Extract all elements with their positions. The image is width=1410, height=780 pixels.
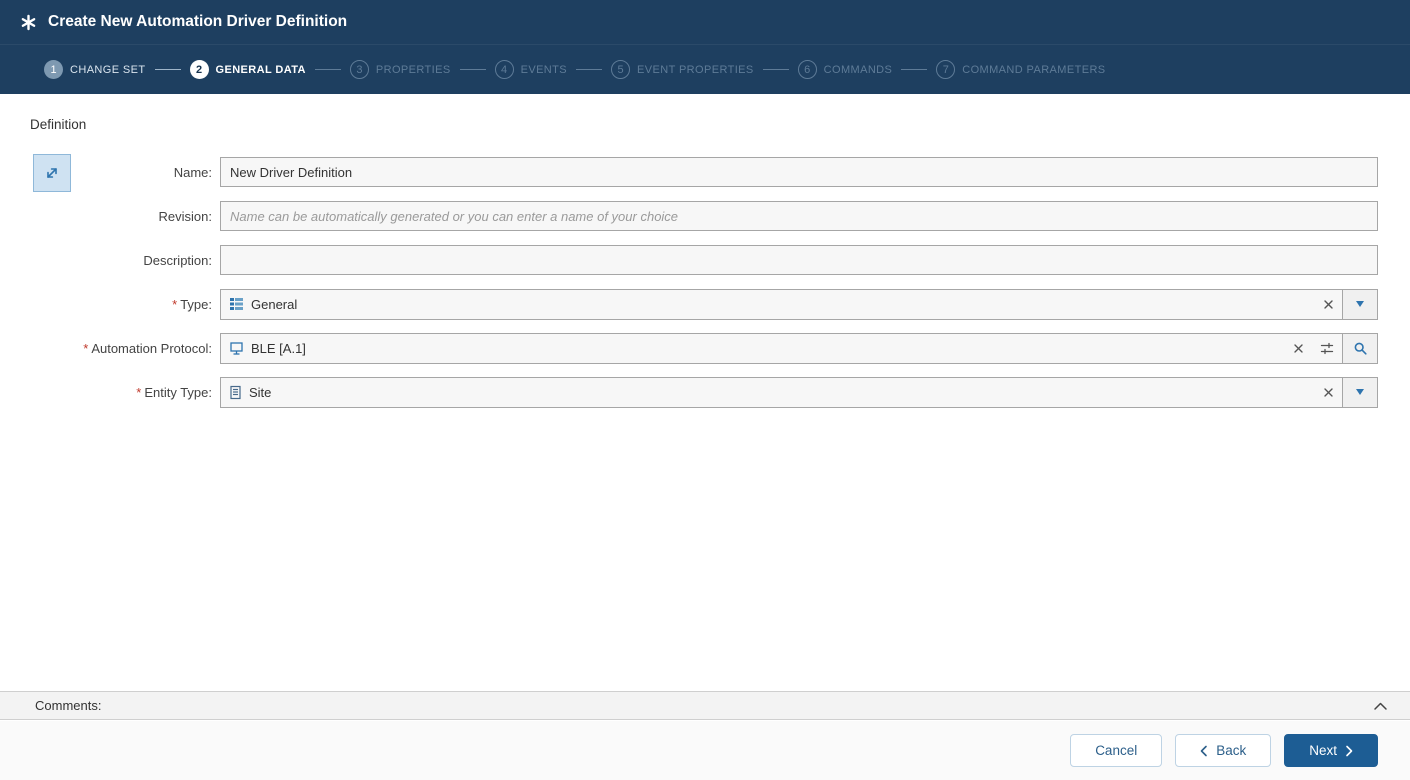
- entity-type-clear-button[interactable]: [1315, 387, 1342, 398]
- chevron-down-icon: [1356, 389, 1364, 395]
- wizard-step-general-data[interactable]: 2 GENERAL DATA: [189, 60, 306, 79]
- required-marker: *: [172, 296, 178, 312]
- automation-protocol-conditions-button[interactable]: [1312, 342, 1342, 355]
- entity-type-dropdown-button[interactable]: [1342, 377, 1377, 407]
- entity-type-row: * Entity Type: Site: [0, 376, 1378, 408]
- chevron-up-icon[interactable]: [1373, 701, 1388, 711]
- step-number: 7: [936, 60, 956, 79]
- step-label: COMMANDS: [823, 63, 893, 76]
- back-button[interactable]: Back: [1175, 734, 1272, 767]
- wizard-step-properties[interactable]: 3 PROPERTIES: [349, 60, 451, 79]
- step-number: 2: [189, 60, 209, 79]
- step-connector: [154, 69, 181, 70]
- step-connector: [314, 69, 341, 70]
- chevron-left-icon: [1200, 745, 1208, 757]
- wizard-step-event-properties[interactable]: 5 EVENT PROPERTIES: [611, 60, 754, 79]
- asterisk-icon: [20, 14, 37, 31]
- description-row: Description:: [0, 245, 1378, 275]
- entity-type-combobox[interactable]: Site: [220, 376, 1378, 408]
- step-number: 3: [349, 60, 369, 79]
- section-title: Definition: [30, 117, 87, 132]
- automation-protocol-value: BLE [A.1]: [251, 340, 306, 356]
- magnifier-icon: [1353, 341, 1368, 356]
- wizard-step-events[interactable]: 4 EVENTS: [494, 60, 568, 79]
- cancel-button[interactable]: Cancel: [1070, 734, 1163, 767]
- step-label: EVENT PROPERTIES: [637, 63, 754, 76]
- revision-row: Revision:: [0, 201, 1378, 231]
- step-connector: [576, 69, 603, 70]
- comments-bar[interactable]: Comments:: [0, 691, 1410, 720]
- list-table-icon: [229, 297, 244, 311]
- revision-label: Revision:: [158, 208, 212, 224]
- step-label: PROPERTIES: [375, 63, 451, 76]
- wizard-step-commands[interactable]: 6 COMMANDS: [797, 60, 893, 79]
- step-number: 6: [797, 60, 817, 79]
- entity-type-value: Site: [249, 384, 272, 400]
- name-input[interactable]: [220, 157, 1378, 187]
- filter-conditions-icon: [1320, 342, 1334, 355]
- wizard-step-change-set[interactable]: 1 CHANGE SET: [44, 60, 146, 79]
- comments-label: Comments:: [35, 698, 102, 713]
- automation-protocol-clear-button[interactable]: [1285, 343, 1312, 354]
- wizard-steps: 1 CHANGE SET 2 GENERAL DATA 3 PROPERTIES…: [0, 44, 1410, 94]
- type-value: General: [251, 296, 298, 312]
- description-label: Description:: [143, 252, 212, 268]
- step-connector: [901, 69, 928, 70]
- automation-protocol-row: * Automation Protocol: BLE [A.1]: [0, 332, 1378, 364]
- automation-protocol-combobox[interactable]: BLE [A.1]: [220, 332, 1378, 364]
- step-number: 4: [494, 60, 514, 79]
- entity-type-label: * Entity Type:: [136, 384, 212, 400]
- description-input[interactable]: [220, 245, 1378, 275]
- name-row: Name:: [0, 157, 1378, 187]
- step-label: GENERAL DATA: [215, 63, 306, 76]
- clear-x-icon: [1293, 343, 1304, 354]
- type-row: * Type: General: [0, 288, 1378, 320]
- type-dropdown-button[interactable]: [1342, 289, 1377, 319]
- step-label: COMMAND PARAMETERS: [962, 63, 1106, 76]
- name-label: Name:: [173, 164, 212, 180]
- required-marker: *: [136, 384, 142, 400]
- step-connector: [762, 69, 789, 70]
- footer-toolbar: Cancel Back Next: [0, 721, 1410, 780]
- monitor-icon: [229, 341, 244, 356]
- step-number: 5: [611, 60, 631, 79]
- document-icon: [229, 385, 242, 400]
- clear-x-icon: [1323, 299, 1334, 310]
- automation-protocol-search-button[interactable]: [1342, 333, 1377, 363]
- revision-input[interactable]: [220, 201, 1378, 231]
- chevron-down-icon: [1356, 301, 1364, 307]
- window-header: Create New Automation Driver Definition: [0, 0, 1410, 44]
- next-button[interactable]: Next: [1284, 734, 1378, 767]
- type-label: * Type:: [172, 296, 212, 312]
- wizard-step-command-parameters[interactable]: 7 COMMAND PARAMETERS: [936, 60, 1105, 79]
- step-number: 1: [44, 60, 63, 79]
- type-clear-button[interactable]: [1315, 299, 1342, 310]
- page-title: Create New Automation Driver Definition: [48, 13, 348, 30]
- clear-x-icon: [1323, 387, 1334, 398]
- type-combobox[interactable]: General: [220, 288, 1378, 320]
- required-marker: *: [83, 340, 89, 356]
- automation-protocol-label: * Automation Protocol:: [83, 340, 212, 356]
- definition-form: Name: Revision: Description: *Type:: [0, 157, 1378, 421]
- step-connector: [459, 69, 486, 70]
- step-label: EVENTS: [520, 63, 568, 76]
- form-panel: Definition Name: Revision: Description:: [0, 94, 1410, 691]
- chevron-right-icon: [1345, 745, 1353, 757]
- step-label: CHANGE SET: [70, 63, 146, 76]
